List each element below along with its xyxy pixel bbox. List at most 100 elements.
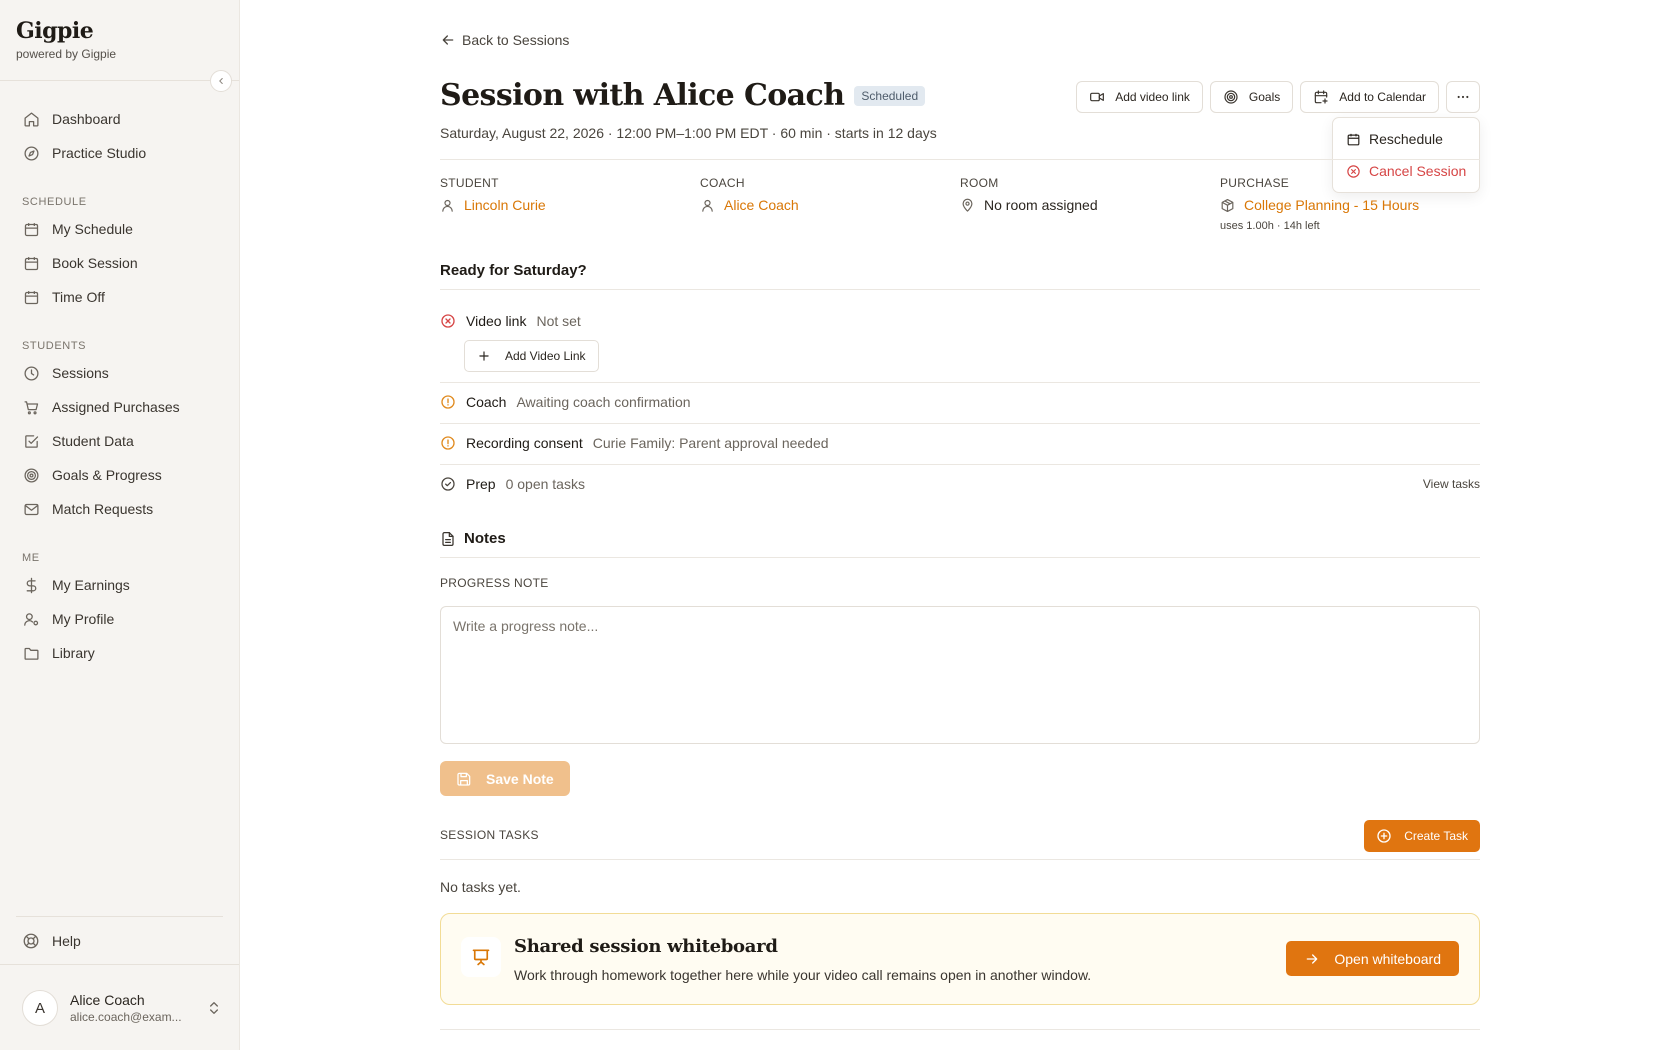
create-task-button[interactable]: Create Task <box>1364 820 1480 852</box>
title-row: Session with Alice Coach Scheduled <box>440 78 926 113</box>
check-value: Curie Family: Parent approval needed <box>592 435 829 451</box>
sidebar: Gigpie powered by Gigpie Dashboard Pract… <box>0 0 240 1050</box>
user-menu[interactable]: A Alice Coach alice.coach@exam... <box>22 988 222 1028</box>
video-icon <box>1090 92 1105 102</box>
alert-circle-icon <box>441 436 455 450</box>
meta-room: ROOM No room assigned <box>960 176 1220 232</box>
whiteboard-description: Work through homework together here whil… <box>514 967 1092 983</box>
meta-label: PURCHASE <box>1220 176 1290 190</box>
divider <box>0 964 239 965</box>
sidebar-item-book-session[interactable]: Book Session <box>14 246 226 280</box>
readiness-title: Ready for Saturday? <box>440 262 587 279</box>
meta-coach: COACH Alice Coach <box>700 176 960 232</box>
divider <box>440 289 1480 290</box>
presentation-icon <box>461 937 501 977</box>
divider <box>440 557 1480 558</box>
calendar-icon <box>22 220 40 238</box>
divider <box>440 859 1480 860</box>
chevrons-up-down-icon <box>210 1002 218 1014</box>
divider <box>440 159 1480 160</box>
sidebar-item-my-schedule[interactable]: My Schedule <box>14 212 226 246</box>
button-label: Open whiteboard <box>1334 950 1441 967</box>
divider <box>440 423 1480 424</box>
back-to-sessions-link[interactable]: Back to Sessions <box>440 32 569 48</box>
button-label: Create Task <box>1404 829 1468 843</box>
goals-button[interactable]: Goals <box>1209 81 1294 113</box>
save-note-button[interactable]: Save Note <box>440 761 570 796</box>
sidebar-item-dashboard[interactable]: Dashboard <box>14 102 226 136</box>
check-label: Coach <box>466 394 507 410</box>
sidebar-item-label: My Schedule <box>52 221 133 237</box>
add-video-link-button[interactable]: Add video link <box>1076 81 1203 113</box>
view-tasks-link[interactable]: View tasks <box>1423 477 1480 491</box>
student-link[interactable]: Lincoln Curie <box>464 197 546 213</box>
menu-item-reschedule[interactable]: Reschedule <box>1338 123 1474 155</box>
package-icon <box>1221 198 1234 212</box>
meta-label: ROOM <box>960 176 999 190</box>
check-label: Video link <box>466 313 527 329</box>
tasks-empty-state: No tasks yet. <box>440 879 521 895</box>
meta-value: Lincoln Curie <box>440 197 700 213</box>
more-actions-button[interactable] <box>1446 81 1480 113</box>
shopping-cart-icon <box>22 398 40 416</box>
add-to-calendar-button[interactable]: Add to Calendar <box>1300 81 1439 113</box>
sidebar-item-assigned-purchases[interactable]: Assigned Purchases <box>14 390 226 424</box>
check-label: Prep <box>466 476 496 492</box>
meta-value: College Planning - 15 Hours <box>1220 197 1480 213</box>
notes-title: Notes <box>464 530 506 547</box>
calendar-icon <box>1347 133 1360 145</box>
add-video-link-button[interactable]: Add Video Link <box>464 340 599 372</box>
calendar-icon <box>22 288 40 306</box>
check-value: Awaiting coach confirmation <box>516 394 691 410</box>
mail-icon <box>22 500 40 518</box>
button-label: Add video link <box>1115 90 1190 104</box>
sidebar-item-label: Practice Studio <box>52 145 147 161</box>
sidebar-item-help[interactable]: Help <box>22 928 81 954</box>
sidebar-item-my-earnings[interactable]: My Earnings <box>14 568 226 602</box>
user-email: alice.coach@exam... <box>70 1010 182 1024</box>
user-icon <box>702 199 713 212</box>
check-label: Recording consent <box>466 435 583 451</box>
status-badge: Scheduled <box>854 85 926 106</box>
progress-note-input[interactable] <box>440 606 1480 744</box>
check-recording-consent: Recording consent Curie Family: Parent a… <box>440 435 1480 451</box>
user-cog-icon <box>22 610 40 628</box>
chevron-left-icon <box>219 78 223 84</box>
sidebar-item-goals-progress[interactable]: Goals & Progress <box>14 458 226 492</box>
purchase-link[interactable]: College Planning - 15 Hours <box>1244 197 1419 213</box>
notes-heading: Notes <box>440 530 506 547</box>
meta-value: Alice Coach <box>700 197 960 213</box>
avatar: A <box>22 990 58 1026</box>
sidebar-item-label: Match Requests <box>52 501 154 517</box>
header-actions: Add video link Goals Add to Calendar <box>1076 81 1480 113</box>
compass-icon <box>22 144 40 162</box>
sidebar-item-library[interactable]: Library <box>14 636 226 670</box>
sidebar-item-time-off[interactable]: Time Off <box>14 280 226 314</box>
check-value: Not set <box>536 313 581 329</box>
divider <box>16 916 223 917</box>
sidebar-item-label: Time Off <box>52 289 105 305</box>
save-icon <box>457 772 471 786</box>
divider <box>440 382 1480 383</box>
check-coach: Coach Awaiting coach confirmation <box>440 394 1480 410</box>
sidebar-item-match-requests[interactable]: Match Requests <box>14 492 226 526</box>
user-name: Alice Coach <box>70 992 145 1008</box>
sidebar-item-label: My Profile <box>52 611 115 627</box>
sidebar-item-student-data[interactable]: Student Data <box>14 424 226 458</box>
meta-label: COACH <box>700 176 745 190</box>
alert-circle-icon <box>441 395 455 409</box>
sidebar-item-practice-studio[interactable]: Practice Studio <box>14 136 226 170</box>
check-circle-icon <box>441 477 455 491</box>
meta-purchase: PURCHASE College Planning - 15 Hours use… <box>1220 176 1480 232</box>
meta-label: STUDENT <box>440 176 499 190</box>
page-title: Session with Alice Coach <box>440 78 845 113</box>
coach-link[interactable]: Alice Coach <box>724 197 799 213</box>
sidebar-item-my-profile[interactable]: My Profile <box>14 602 226 636</box>
home-icon <box>22 110 40 128</box>
sidebar-item-sessions[interactable]: Sessions <box>14 356 226 390</box>
divider <box>0 80 239 81</box>
open-whiteboard-button[interactable]: Open whiteboard <box>1286 941 1459 976</box>
meta-student: STUDENT Lincoln Curie <box>440 176 700 232</box>
collapse-sidebar-button[interactable] <box>210 70 232 92</box>
session-meta: STUDENT Lincoln Curie COACH Alice Coach … <box>440 176 1480 232</box>
